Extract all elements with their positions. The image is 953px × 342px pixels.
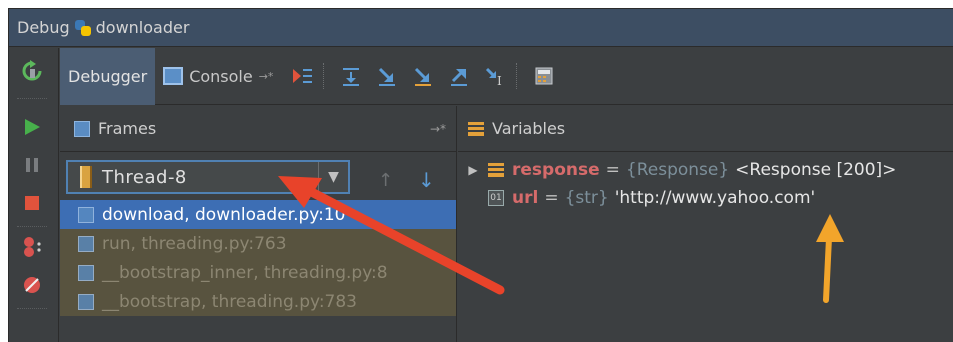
variables-header: Variables (458, 106, 953, 152)
variable-name: url (512, 188, 539, 208)
left-toolbar (9, 48, 59, 342)
variable-name: response (512, 160, 600, 180)
rerun-icon[interactable] (19, 58, 45, 84)
thread-selector-row: Thread-8 ▼ ↑ ↓ (60, 152, 456, 200)
variables-icon (468, 121, 484, 136)
tab-debugger[interactable]: Debugger (60, 47, 156, 105)
resume-icon[interactable] (19, 114, 45, 140)
frames-panel: Frames →* Thread-8 ▼ ↑ ↓ download, downl… (60, 106, 457, 342)
variable-type: {str} (564, 188, 609, 208)
frame-item-label: run, threading.py:763 (102, 233, 287, 254)
string-variable-icon: 01 (488, 190, 504, 206)
pause-icon[interactable] (19, 152, 45, 178)
tab-debugger-label: Debugger (68, 66, 148, 86)
frame-item[interactable]: __bootstrap, threading.py:783 (60, 287, 456, 316)
svg-text:I: I (497, 74, 502, 87)
variable-equals: = (544, 188, 559, 208)
object-variable-icon (488, 163, 504, 177)
debug-window: Debug downloader Debugger Console →* I F… (8, 8, 953, 342)
frame-item-label: __bootstrap_inner, threading.py:8 (102, 262, 388, 283)
view-breakpoints-icon[interactable] (19, 234, 45, 260)
variable-row[interactable]: ▶ response = {Response} <Response [200]> (458, 156, 953, 184)
step-out-icon[interactable] (444, 61, 474, 91)
variables-panel: Variables ▶ response = {Response} <Respo… (458, 106, 953, 342)
frame-item-label: download, downloader.py:10 (102, 204, 346, 225)
run-to-cursor-icon[interactable]: I (480, 61, 510, 91)
thread-icon (80, 166, 92, 188)
variables-title: Variables (492, 119, 566, 138)
stop-icon[interactable] (19, 190, 45, 216)
frame-item[interactable]: __bootstrap_inner, threading.py:8 (60, 258, 456, 287)
tab-console[interactable]: Console →* (155, 48, 281, 105)
variable-value: 'http://www.yahoo.com' (614, 188, 816, 208)
step-into-icon[interactable] (372, 61, 402, 91)
frames-header: Frames →* (60, 106, 456, 152)
previous-frame-icon[interactable]: ↑ (378, 170, 393, 191)
python-icon (74, 19, 92, 37)
frame-icon (78, 293, 94, 310)
variable-value: <Response [200]> (735, 160, 897, 180)
variable-equals: = (605, 160, 620, 180)
variable-type: {Response} (625, 160, 730, 180)
variable-row[interactable]: 01 url = {str} 'http://www.yahoo.com' (458, 184, 953, 212)
evaluate-expression-icon[interactable] (529, 61, 559, 91)
tab-console-label: Console (189, 66, 253, 86)
console-icon (163, 67, 184, 85)
pin-icon[interactable]: →* (430, 122, 446, 136)
frame-item-label: __bootstrap, threading.py:783 (102, 291, 357, 312)
step-over-icon[interactable] (336, 61, 366, 91)
debug-toolbar: Debugger Console →* I (60, 47, 953, 105)
frames-title: Frames (98, 119, 157, 138)
step-into-my-code-icon[interactable] (408, 61, 438, 91)
pin-icon[interactable]: →* (259, 70, 274, 83)
thread-select-value: Thread-8 (102, 166, 187, 188)
expand-triangle-icon[interactable]: ▶ (458, 163, 488, 177)
frame-item[interactable]: run, threading.py:763 (60, 229, 456, 258)
mute-breakpoints-icon[interactable] (19, 272, 45, 298)
frame-icon (78, 264, 94, 281)
show-execution-point-icon[interactable] (287, 61, 317, 91)
title-debug-label: Debug (17, 18, 70, 37)
next-frame-icon[interactable]: ↓ (418, 168, 435, 192)
thread-select[interactable]: Thread-8 ▼ (66, 160, 350, 194)
frames-icon (74, 120, 90, 137)
title-config-name: downloader (95, 18, 190, 37)
chevron-down-icon[interactable]: ▼ (318, 162, 348, 192)
frame-icon (78, 235, 94, 252)
title-bar: Debug downloader (9, 9, 953, 47)
frame-icon (78, 206, 94, 223)
frame-item[interactable]: download, downloader.py:10 (60, 200, 456, 229)
